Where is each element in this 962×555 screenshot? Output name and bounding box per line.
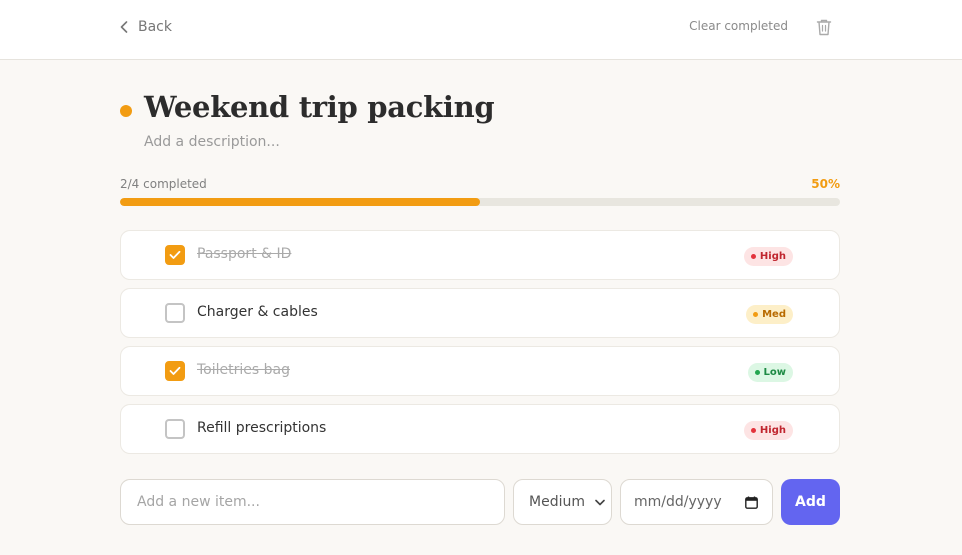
priority-label: High — [759, 425, 786, 436]
item-text[interactable]: Toiletries bag — [197, 362, 290, 378]
due-date-placeholder: mm/dd/yyyy — [634, 494, 722, 510]
item-checkbox[interactable] — [165, 419, 185, 439]
list-item[interactable]: Passport & ID High — [120, 230, 840, 280]
due-date-input[interactable]: mm/dd/yyyy — [620, 479, 773, 525]
item-checkbox[interactable] — [165, 245, 185, 265]
chevron-left-icon — [120, 21, 128, 33]
list-item[interactable]: Refill prescriptions High — [120, 404, 840, 454]
item-text[interactable]: Passport & ID — [197, 246, 291, 262]
priority-select-value: Medium — [529, 494, 585, 510]
progress-fill — [120, 198, 480, 206]
priority-badge: High — [743, 247, 793, 266]
priority-badge: Low — [747, 363, 793, 382]
priority-select[interactable]: Medium — [513, 479, 612, 525]
item-checkbox[interactable] — [165, 303, 185, 323]
back-button[interactable]: Back — [120, 17, 172, 37]
clear-completed-button[interactable]: Clear completed — [689, 19, 788, 33]
trash-icon[interactable] — [816, 18, 832, 36]
list-item[interactable]: Charger & cables Med — [120, 288, 840, 338]
priority-label: Low — [763, 367, 786, 378]
top-bar: Back Clear completed — [0, 0, 962, 60]
priority-dot-icon — [750, 428, 756, 433]
priority-dot-icon — [753, 312, 759, 317]
priority-dot-icon — [750, 254, 756, 259]
progress-label: 2/4 completed — [120, 177, 207, 191]
priority-badge: High — [743, 421, 793, 440]
priority-label: High — [759, 251, 786, 262]
add-item-button[interactable]: Add — [781, 479, 840, 525]
priority-label: Med — [762, 309, 786, 320]
progress-percent: 50% — [811, 177, 840, 191]
description-field[interactable]: Add a description... — [144, 134, 280, 150]
checkmark-icon — [169, 366, 181, 375]
checkmark-icon — [169, 250, 181, 259]
item-list: Passport & ID High Charger & cables Med Toil… — [120, 230, 840, 462]
priority-badge: Med — [746, 305, 793, 324]
progress-bar — [120, 198, 840, 206]
back-label: Back — [138, 19, 172, 35]
new-item-input[interactable] — [120, 479, 505, 525]
item-text[interactable]: Refill prescriptions — [197, 420, 326, 436]
item-text[interactable]: Charger & cables — [197, 304, 318, 320]
priority-dot-icon — [754, 370, 760, 375]
list-title[interactable]: Weekend trip packing — [144, 90, 495, 124]
item-checkbox[interactable] — [165, 361, 185, 381]
list-color-dot[interactable] — [120, 105, 132, 117]
list-item[interactable]: Toiletries bag Low — [120, 346, 840, 396]
